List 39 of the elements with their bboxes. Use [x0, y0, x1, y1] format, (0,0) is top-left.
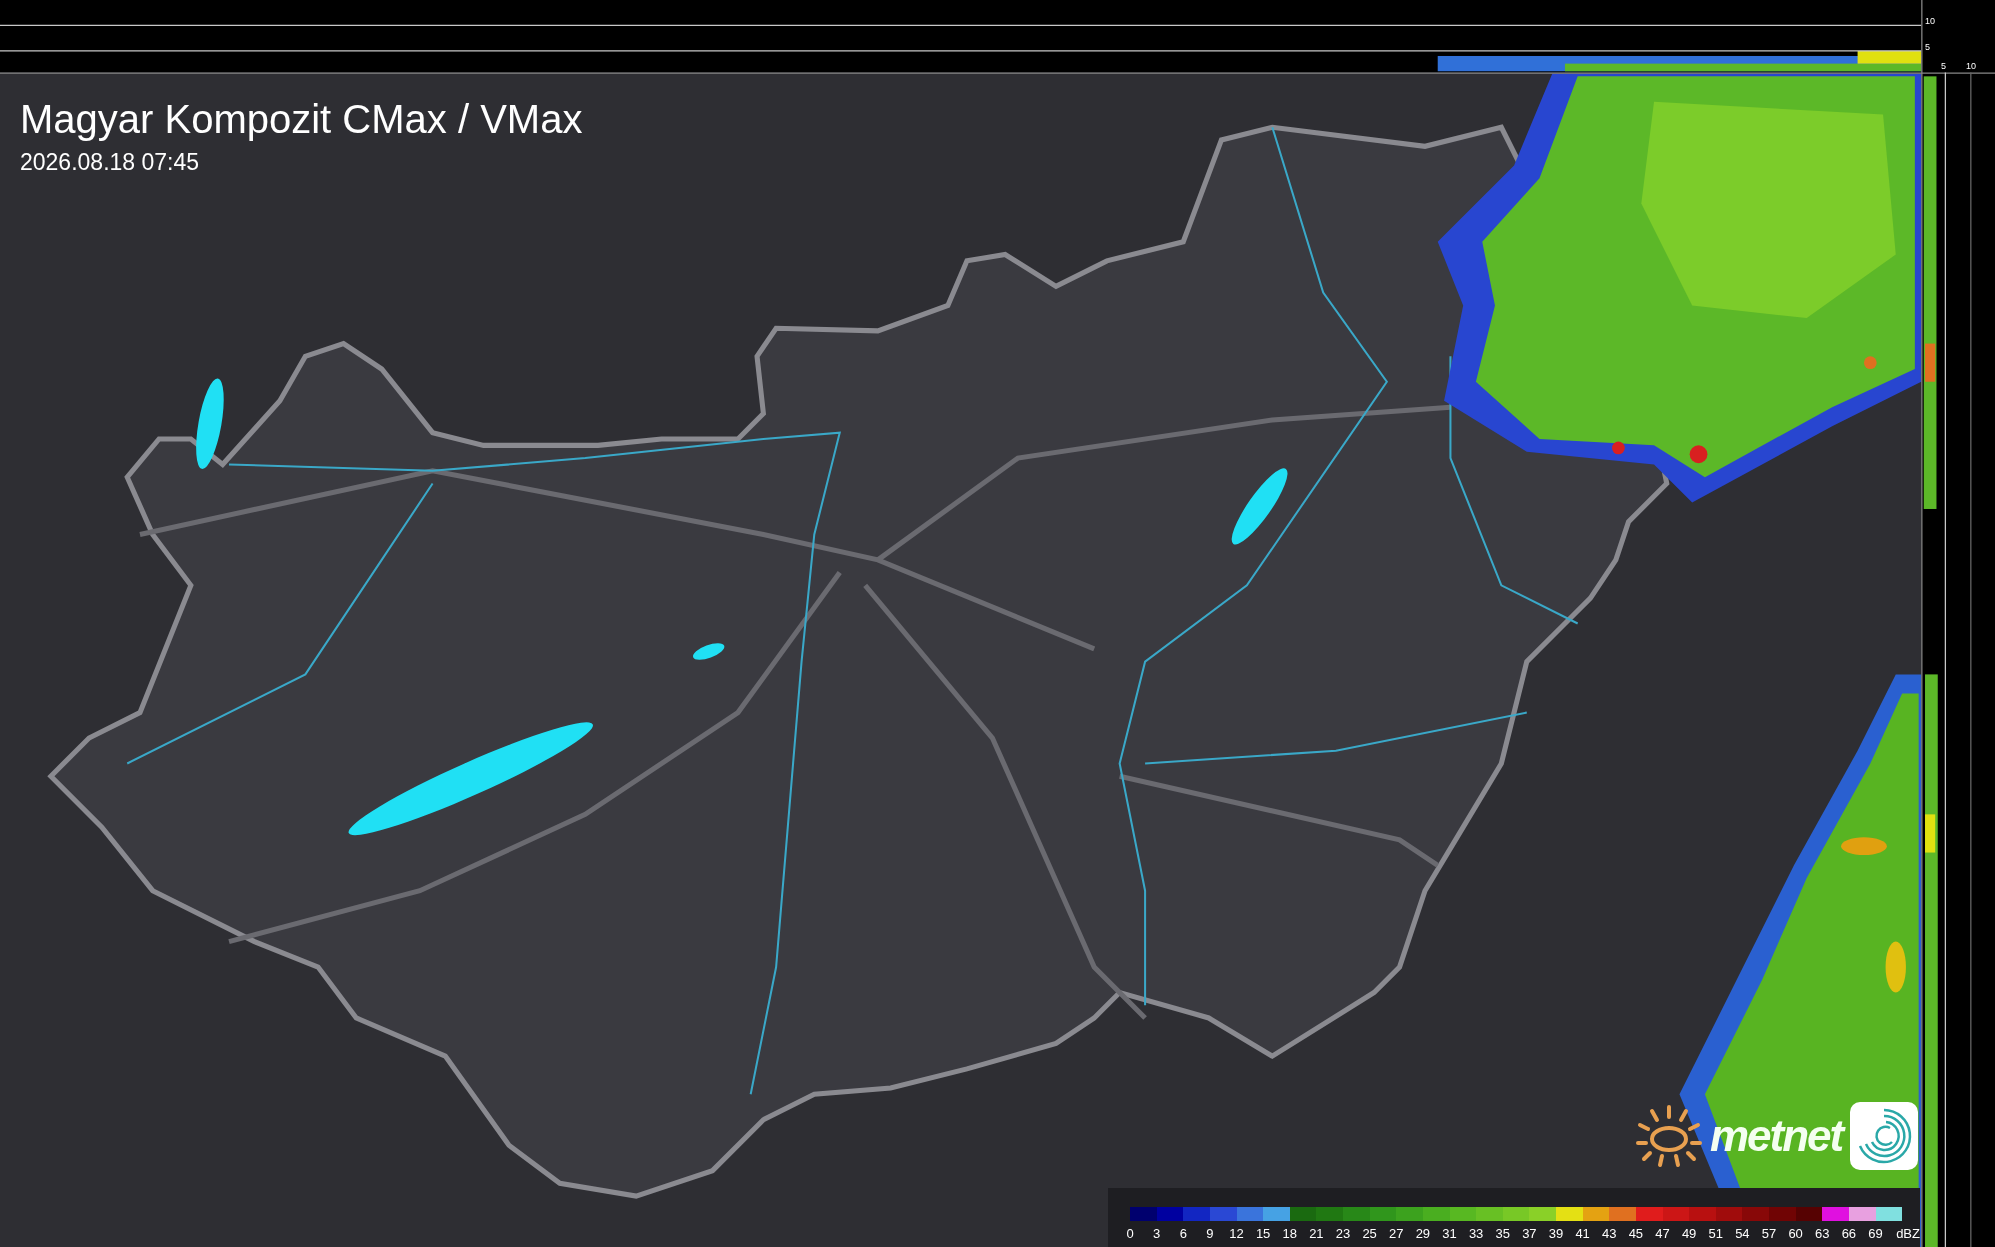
scale-label: 3: [1153, 1226, 1161, 1242]
scale-label: 37: [1522, 1226, 1537, 1242]
scale-label: 23: [1335, 1226, 1351, 1242]
scale-label: 27: [1389, 1226, 1404, 1242]
scale-label: 43: [1602, 1226, 1617, 1242]
scale-label: 29: [1415, 1226, 1431, 1242]
axis-label: 5: [1925, 42, 1930, 52]
scale-label: 35: [1495, 1226, 1510, 1242]
scale-label: 21: [1309, 1226, 1324, 1242]
lake-shape: [693, 643, 725, 660]
scale-label: 15: [1255, 1226, 1271, 1242]
scale-label: 54: [1735, 1226, 1750, 1242]
scale-label: 18: [1282, 1226, 1297, 1242]
scale-label: 9: [1206, 1226, 1214, 1242]
scale-label: 60: [1788, 1226, 1803, 1242]
scale-label: 49: [1681, 1226, 1697, 1242]
map-title: Magyar Kompozit CMax / VMax: [20, 96, 583, 142]
scale-label: 12: [1229, 1226, 1244, 1242]
scale-label: 63: [1815, 1226, 1830, 1242]
sun-icon: [1636, 1103, 1702, 1169]
axis-label: 5: [1941, 61, 1946, 71]
scale-label: 51: [1708, 1226, 1723, 1242]
scale-label: 57: [1761, 1226, 1777, 1242]
swirl-logo-icon: [1850, 1102, 1919, 1170]
scale-label: 25: [1362, 1226, 1377, 1242]
timestamp: 2026.08.18 07:45: [20, 148, 201, 176]
scale-label: 6: [1179, 1226, 1187, 1242]
axis-label: 10: [1966, 61, 1976, 71]
scale-label: 45: [1628, 1226, 1644, 1242]
scale-label: 41: [1575, 1226, 1590, 1242]
unit-label: dBZ: [1896, 1226, 1920, 1242]
scale-label: 66: [1841, 1226, 1857, 1242]
scale-label: 47: [1655, 1226, 1670, 1242]
scale-label: 0: [1126, 1226, 1134, 1242]
axis-label: 10: [1925, 16, 1935, 26]
scale-label: 39: [1548, 1226, 1564, 1242]
scale-label: 69: [1868, 1226, 1883, 1242]
scale-label: 33: [1468, 1226, 1484, 1242]
scale-label: 31: [1442, 1226, 1457, 1242]
